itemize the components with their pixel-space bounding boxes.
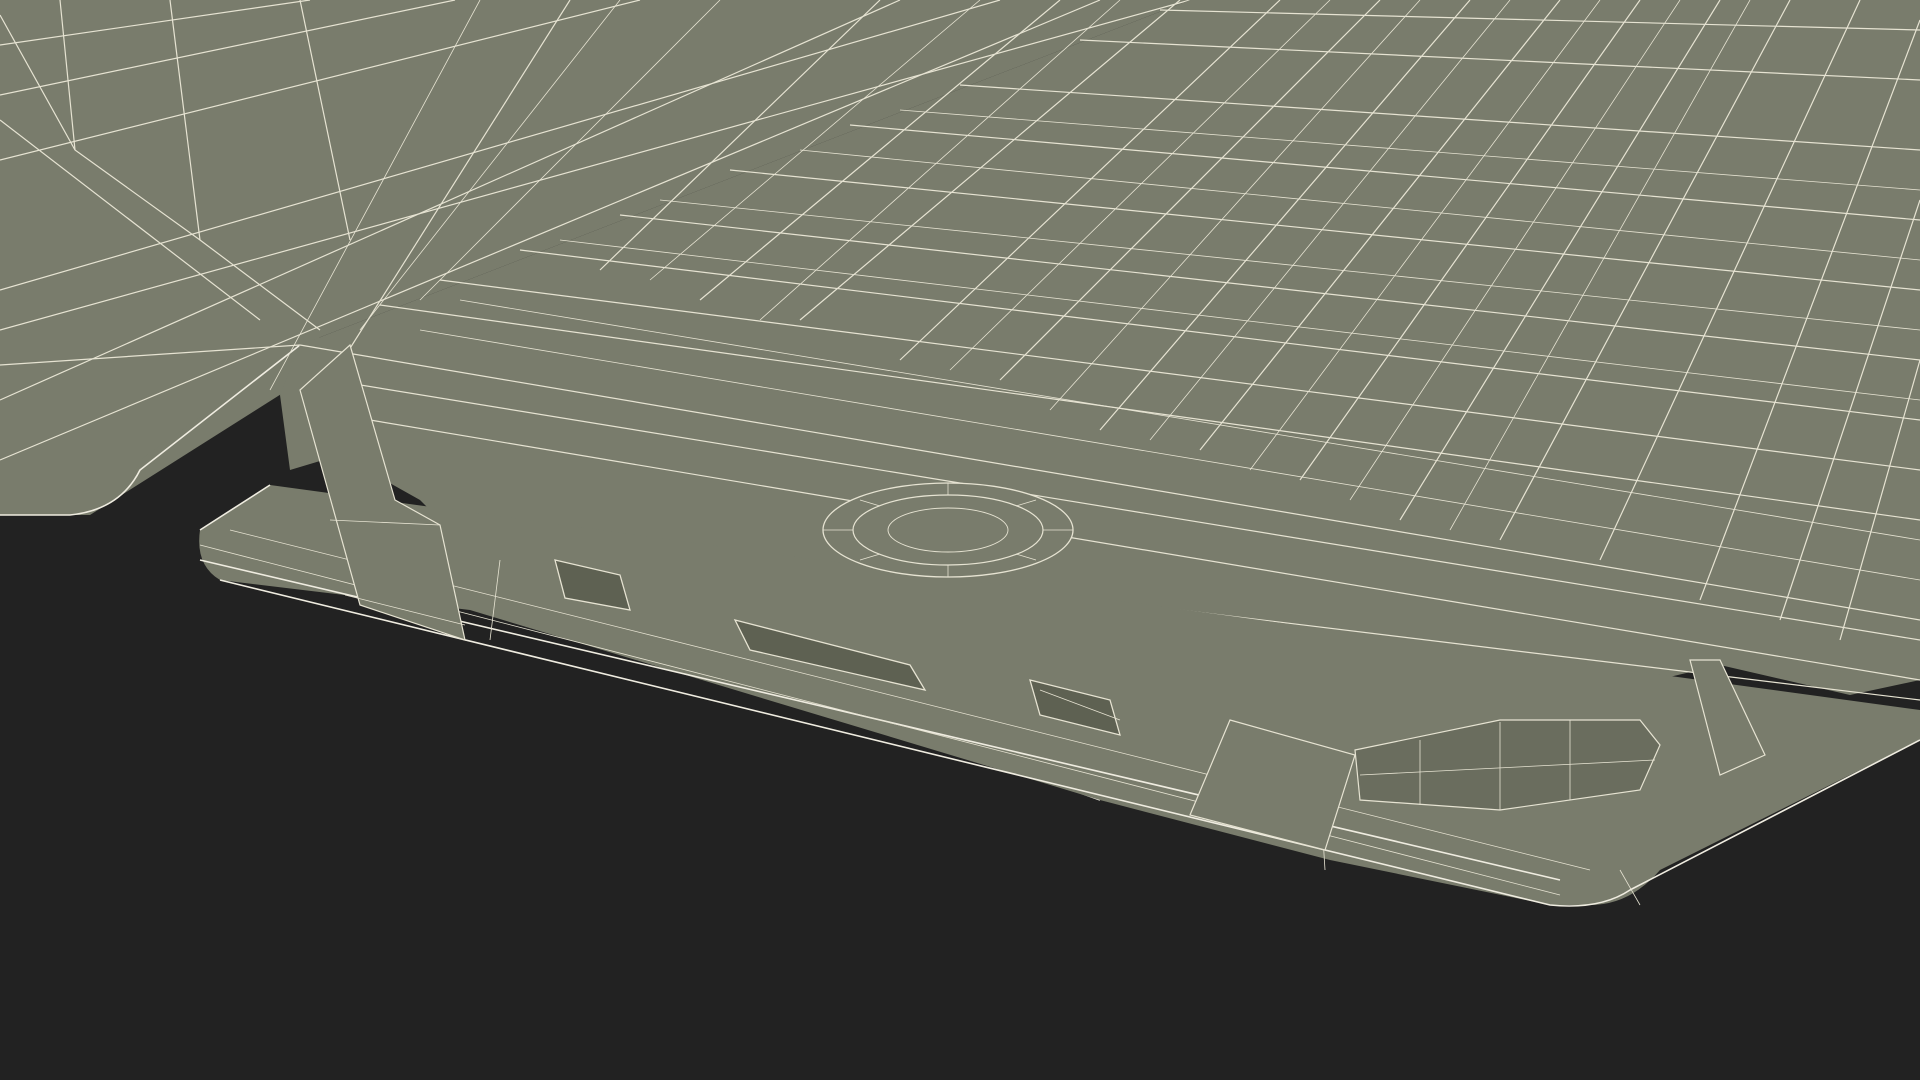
circular-button	[822, 482, 1074, 578]
wireframe-render	[0, 0, 1920, 1080]
